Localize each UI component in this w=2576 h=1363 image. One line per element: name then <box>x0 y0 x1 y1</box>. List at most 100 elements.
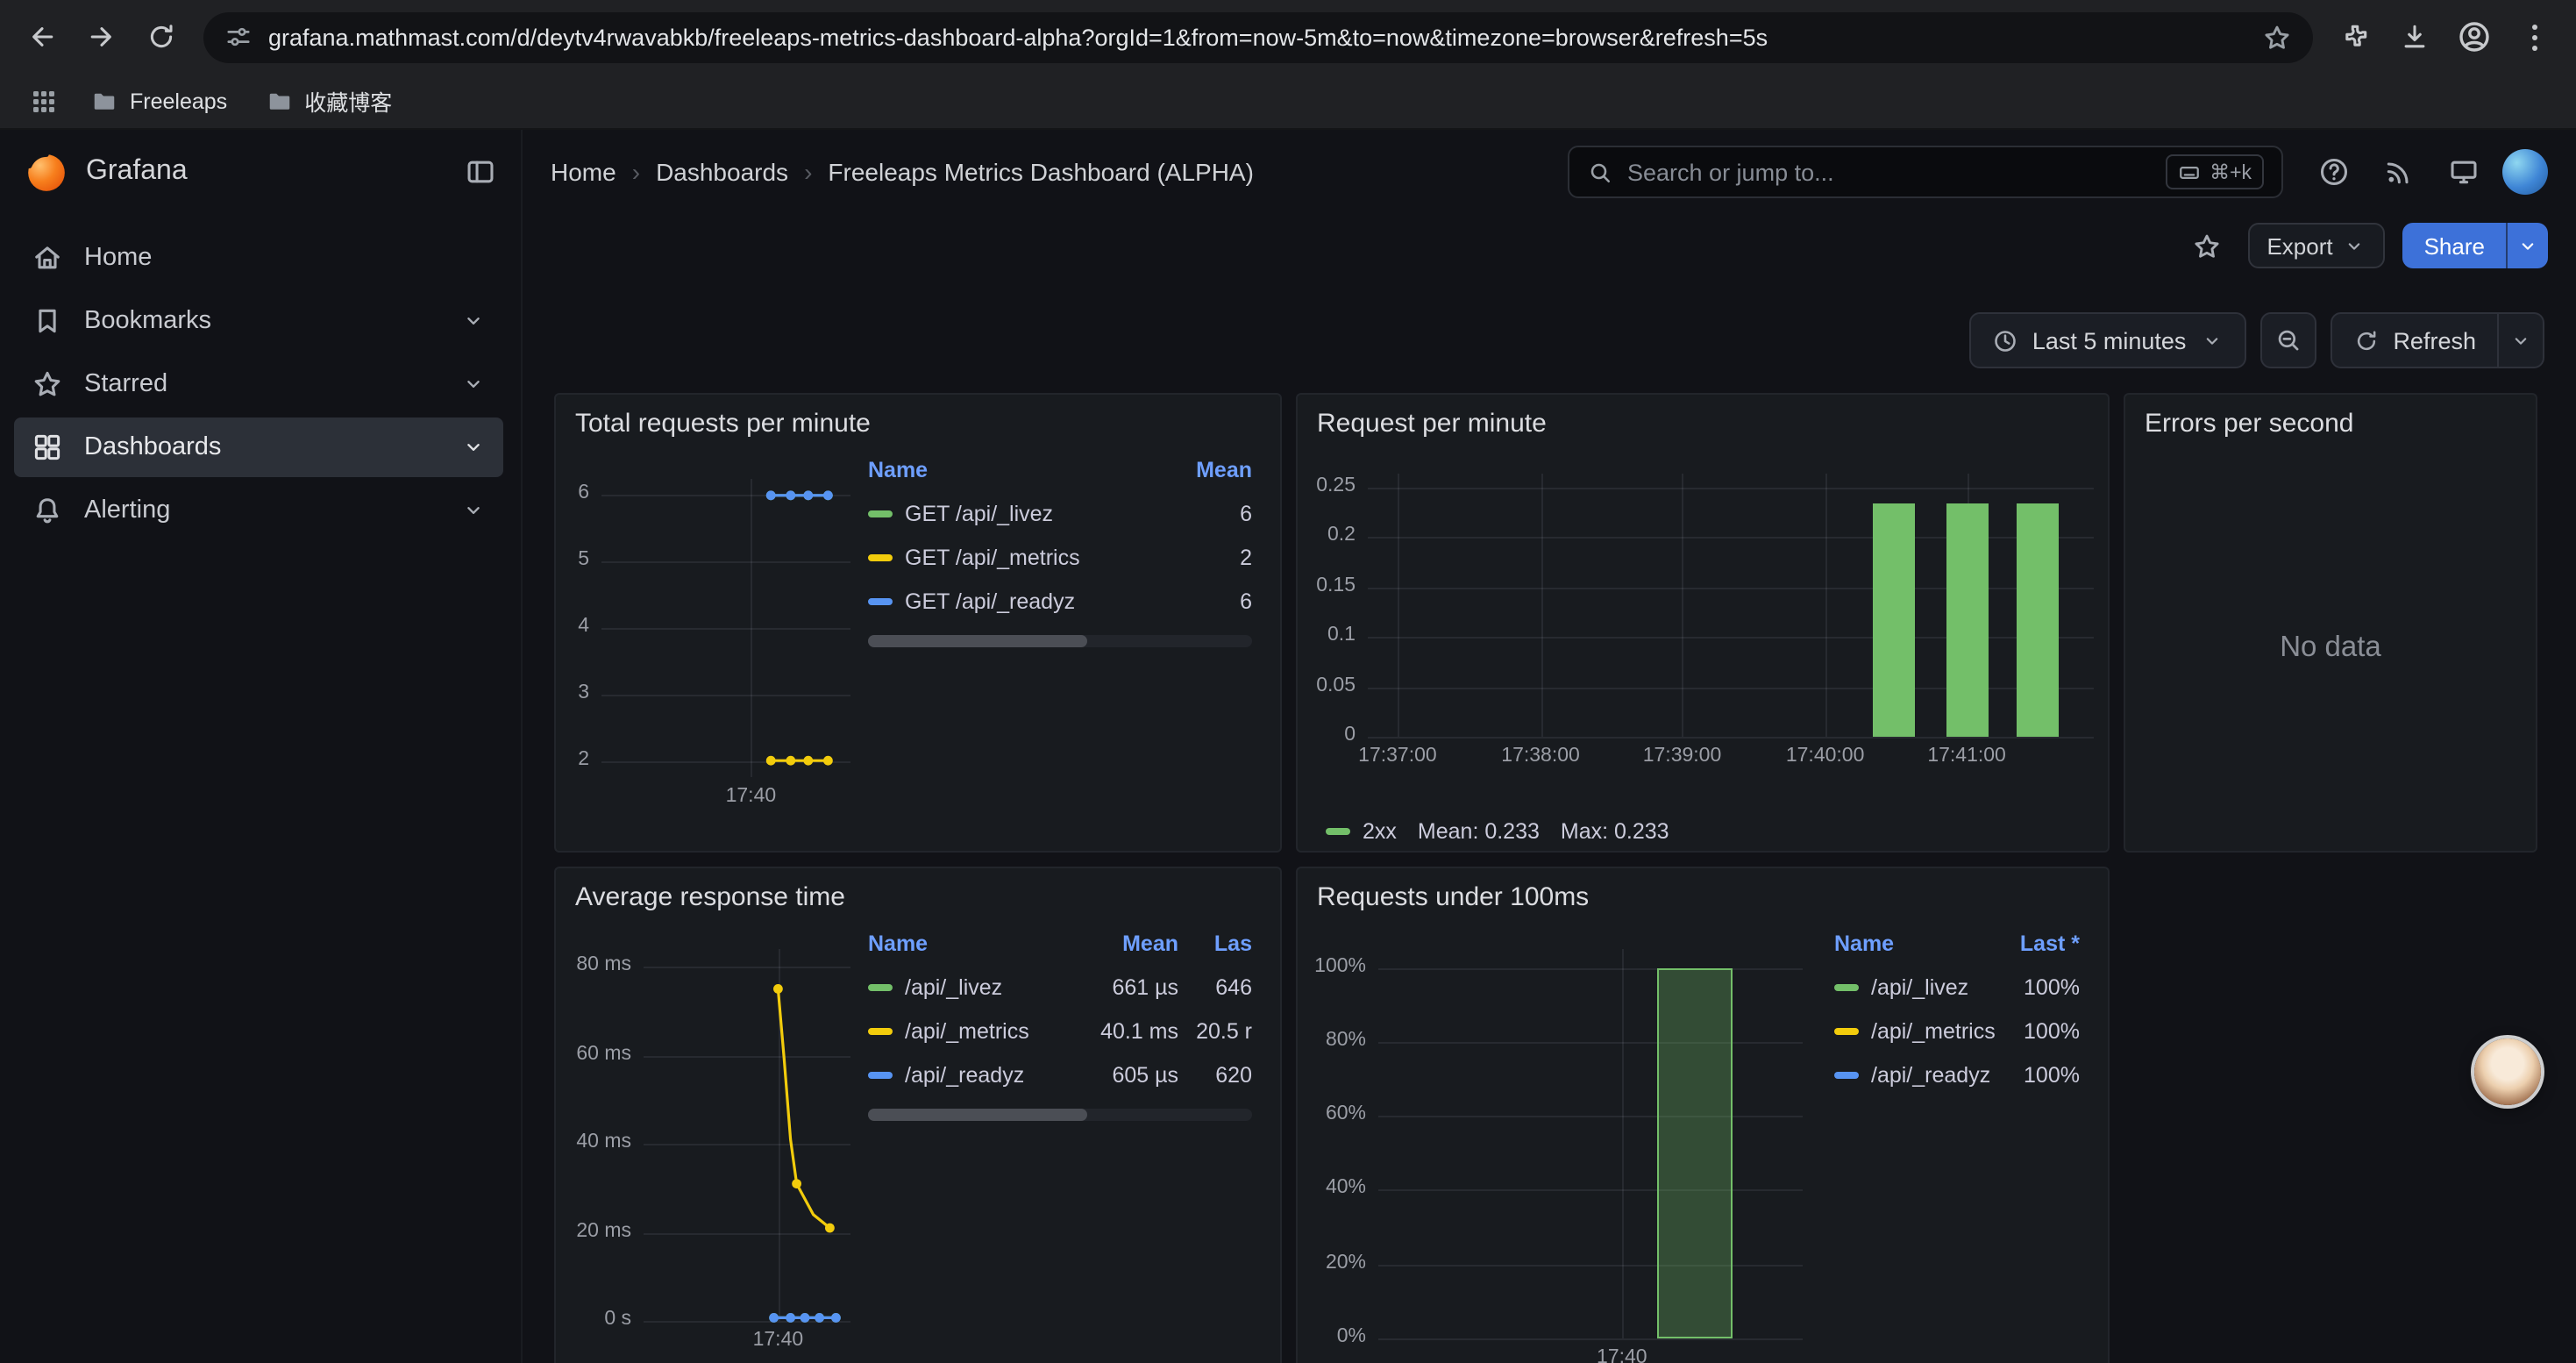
x-axis-tick: 17:38:00 <box>1462 746 1619 767</box>
panel-title[interactable]: Errors per second <box>2125 395 2536 444</box>
series-last: 620 <box>1178 1062 1252 1087</box>
series-max-stat: Max: 0.233 <box>1561 819 1669 844</box>
help-button[interactable] <box>2308 146 2360 198</box>
downloads-button[interactable] <box>2387 9 2443 65</box>
series-toggle[interactable]: /api/_livez <box>868 974 1066 999</box>
legend-header: Name Mean Las <box>868 921 1252 965</box>
series-toggle[interactable]: /api/_metrics <box>868 1018 1066 1043</box>
sidebar-item-dashboards[interactable]: Dashboards <box>14 417 503 477</box>
legend-col-name[interactable]: Name <box>868 931 1066 955</box>
bookmark-folder-blogs[interactable]: 收藏博客 <box>252 79 406 123</box>
refresh-button[interactable]: Refresh <box>2330 312 2499 368</box>
chevron-down-icon[interactable] <box>461 309 486 333</box>
refresh-interval-button[interactable] <box>2499 312 2544 368</box>
y-axis-tick: 0 <box>1308 724 1356 746</box>
browser-menu-button[interactable] <box>2506 9 2562 65</box>
legend-scrollbar[interactable] <box>868 1109 1252 1121</box>
download-icon <box>2399 21 2430 53</box>
monitor-icon <box>2448 156 2480 188</box>
reload-button[interactable] <box>133 9 189 65</box>
search-input[interactable]: Search or jump to... ⌘+k <box>1568 146 2283 198</box>
address-bar[interactable]: grafana.mathmast.com/d/deytv4rwavabkb/fr… <box>203 11 2313 62</box>
sidebar-item-alerting[interactable]: Alerting <box>14 481 503 540</box>
breadcrumb-separator: › <box>632 158 640 186</box>
share-split-button: Share <box>2403 223 2548 268</box>
timeseries-chart[interactable]: 80 ms60 ms40 ms20 ms0 s17:40 <box>566 921 850 1359</box>
legend-col-name[interactable]: Name <box>868 457 1147 482</box>
bar <box>1873 504 1915 737</box>
forward-button[interactable] <box>74 9 130 65</box>
bookmark-folder-label: Freeleaps <box>130 89 227 113</box>
panel-title[interactable]: Request per minute <box>1298 395 2108 444</box>
y-axis-tick: 40% <box>1308 1178 1366 1199</box>
bar-chart[interactable]: 0.250.20.150.10.05017:37:0017:38:0017:39… <box>1308 447 2094 802</box>
star-outline-icon <box>2192 231 2222 260</box>
bookmark-icon <box>32 305 63 337</box>
chevron-down-icon[interactable] <box>461 435 486 460</box>
share-button[interactable]: Share <box>2403 223 2506 268</box>
bookmark-folder-freeleaps[interactable]: Freeleaps <box>77 82 241 119</box>
series-toggle[interactable]: /api/_readyz <box>1834 1062 1989 1087</box>
export-button[interactable]: Export <box>2247 223 2385 268</box>
extensions-button[interactable] <box>2327 9 2383 65</box>
series-toggle[interactable]: GET /api/_metrics <box>868 545 1147 569</box>
legend-scrollbar-thumb[interactable] <box>868 635 1087 647</box>
sidebar-item-home[interactable]: Home <box>14 228 503 288</box>
sidebar-header: Grafana <box>0 130 521 214</box>
search-icon <box>1587 159 1613 185</box>
series-toggle[interactable]: 2xx <box>1326 819 1397 844</box>
series-toggle[interactable]: GET /api/_readyz <box>868 589 1147 613</box>
news-button[interactable] <box>2373 146 2425 198</box>
series-toggle[interactable]: /api/_livez <box>1834 974 1989 999</box>
bar-chart[interactable]: 100%80%60%40%20%0%17:40 <box>1308 921 1817 1363</box>
series-toggle[interactable]: GET /api/_livez <box>868 501 1147 525</box>
profile-button[interactable] <box>2446 9 2502 65</box>
y-axis-tick: 100% <box>1308 955 1366 976</box>
series-swatch <box>868 983 893 990</box>
apps-shortcut-button[interactable] <box>21 78 67 124</box>
breadcrumb-home[interactable]: Home <box>551 158 616 186</box>
legend-col-last[interactable]: Last * <box>1989 931 2080 955</box>
legend-col-mean[interactable]: Mean <box>1147 457 1252 482</box>
panel-requests-under-100ms: Requests under 100ms 100%80%60%40%20%0%1… <box>1296 867 2110 1363</box>
kebab-menu-icon <box>2531 24 2537 50</box>
floating-assistant-avatar[interactable] <box>2474 1038 2541 1105</box>
panel-title[interactable]: Requests under 100ms <box>1298 868 2108 917</box>
series-name: GET /api/_metrics <box>905 545 1080 569</box>
series-name: GET /api/_readyz <box>905 589 1075 613</box>
panel-title[interactable]: Average response time <box>556 868 1280 917</box>
topbar-icons <box>2308 146 2548 198</box>
url-text[interactable]: grafana.mathmast.com/d/deytv4rwavabkb/fr… <box>268 24 2246 50</box>
zoom-out-time-button[interactable] <box>2259 312 2316 368</box>
legend-col-name[interactable]: Name <box>1834 931 1989 955</box>
legend-scrollbar-thumb[interactable] <box>868 1109 1087 1121</box>
chevron-down-icon[interactable] <box>461 372 486 396</box>
panel-title[interactable]: Total requests per minute <box>556 395 1280 444</box>
bar <box>1658 967 1733 1338</box>
chevron-down-icon[interactable] <box>461 498 486 523</box>
home-icon <box>32 242 63 274</box>
favorite-dashboard-button[interactable] <box>2184 223 2230 268</box>
breadcrumb-dashboards[interactable]: Dashboards <box>656 158 788 186</box>
site-settings-icon[interactable] <box>224 23 253 51</box>
back-button[interactable] <box>14 9 70 65</box>
series-mean: 6 <box>1147 589 1252 613</box>
sidebar-item-starred[interactable]: Starred <box>14 354 503 414</box>
series-toggle[interactable]: /api/_metrics <box>1834 1018 1989 1043</box>
legend-row: /api/_livez 100% <box>1834 965 2080 1009</box>
display-button[interactable] <box>2437 146 2490 198</box>
series-toggle[interactable]: /api/_readyz <box>868 1062 1066 1087</box>
bookmark-star-icon[interactable] <box>2262 22 2292 52</box>
legend-col-mean[interactable]: Mean <box>1066 931 1178 955</box>
legend-col-last[interactable]: Las <box>1178 931 1252 955</box>
sidebar-toggle-icon[interactable] <box>465 156 496 188</box>
legend-scrollbar[interactable] <box>868 635 1252 647</box>
time-range-picker[interactable]: Last 5 minutes <box>1969 312 2246 368</box>
gridline <box>1825 474 1827 737</box>
grafana-logo[interactable] <box>25 150 68 194</box>
legend-row: /api/_readyz 605 µs 620 <box>868 1053 1252 1096</box>
timeseries-chart[interactable]: 6543217:40 <box>566 447 850 816</box>
user-avatar[interactable] <box>2502 149 2548 195</box>
sidebar-item-bookmarks[interactable]: Bookmarks <box>14 291 503 351</box>
share-menu-button[interactable] <box>2506 223 2548 268</box>
